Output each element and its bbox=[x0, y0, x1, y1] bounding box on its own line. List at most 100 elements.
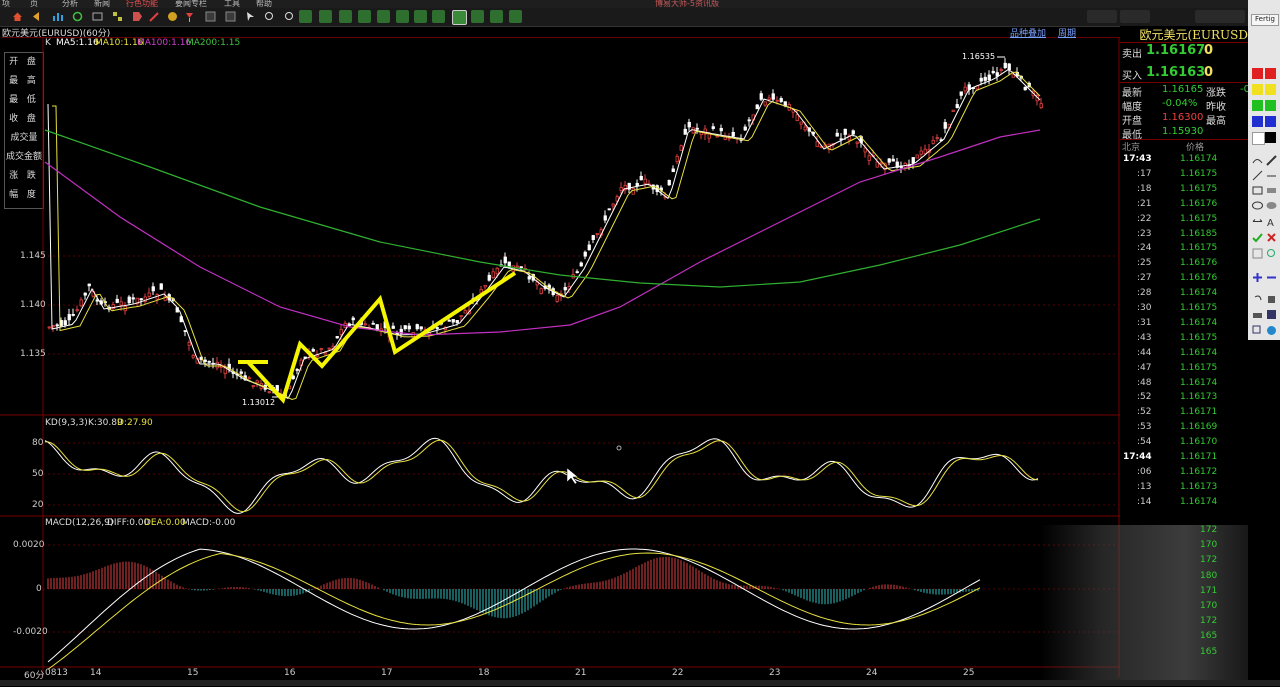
black-swatch[interactable] bbox=[1265, 132, 1276, 143]
help-icon[interactable] bbox=[1266, 325, 1277, 336]
menu-item[interactable]: 项 bbox=[2, 0, 10, 8]
blue-swatch[interactable] bbox=[1252, 116, 1263, 127]
period-button[interactable] bbox=[432, 10, 445, 23]
zoom-out-icon[interactable] bbox=[283, 10, 296, 23]
plus-icon[interactable] bbox=[1252, 272, 1263, 283]
tick-price: 1.16176 bbox=[1180, 258, 1218, 269]
period-button[interactable] bbox=[471, 10, 484, 23]
done-button[interactable]: Fertig bbox=[1251, 14, 1279, 26]
menu-item[interactable]: 帮助 bbox=[256, 0, 272, 8]
yellow-swatch[interactable] bbox=[1265, 84, 1276, 95]
green-swatch[interactable] bbox=[1252, 100, 1263, 111]
save-icon[interactable] bbox=[1266, 309, 1277, 320]
minus-icon[interactable] bbox=[1266, 272, 1277, 283]
period-button[interactable] bbox=[377, 10, 390, 23]
filled-ellipse-icon[interactable] bbox=[1266, 200, 1277, 211]
forum-button[interactable] bbox=[1195, 10, 1245, 23]
macd-tick: 0.0020 bbox=[13, 540, 45, 550]
price-tick: 1.145 bbox=[20, 251, 46, 261]
tick-price: 1.16185 bbox=[1180, 228, 1218, 239]
candle-body bbox=[47, 326, 51, 329]
price-chart-canvas[interactable] bbox=[0, 37, 1120, 687]
chart-icon[interactable] bbox=[51, 10, 64, 23]
check-icon[interactable] bbox=[1252, 232, 1263, 243]
candle-body bbox=[375, 324, 379, 330]
curve-icon[interactable] bbox=[1252, 155, 1263, 166]
cursor-icon[interactable] bbox=[244, 10, 257, 23]
menu-item[interactable]: 要闻专栏 bbox=[175, 0, 207, 8]
menu-item[interactable]: 工具 bbox=[224, 0, 240, 8]
candle-body bbox=[775, 99, 779, 102]
period-button[interactable] bbox=[414, 10, 427, 23]
period-button[interactable] bbox=[339, 10, 352, 23]
candle-body bbox=[979, 77, 983, 82]
back-icon[interactable] bbox=[30, 10, 43, 23]
white-swatch[interactable] bbox=[1252, 132, 1265, 145]
menu-item[interactable]: 分析 bbox=[62, 0, 78, 8]
rectangle-icon[interactable] bbox=[1252, 185, 1263, 196]
menu-item[interactable]: 行色功能 bbox=[126, 0, 158, 8]
period-button-active[interactable] bbox=[452, 10, 467, 25]
undo-icon[interactable] bbox=[1252, 293, 1263, 304]
refresh-icon[interactable] bbox=[71, 10, 84, 23]
window-icon[interactable] bbox=[91, 10, 104, 23]
line-icon[interactable] bbox=[1252, 170, 1263, 181]
minimize-button[interactable] bbox=[1087, 10, 1117, 23]
settings-icon[interactable] bbox=[204, 10, 217, 23]
candle-body bbox=[455, 320, 459, 323]
period-button[interactable] bbox=[319, 10, 332, 23]
trash-icon[interactable] bbox=[1266, 293, 1277, 304]
pencil-icon[interactable] bbox=[1266, 155, 1277, 166]
tick-time: :13 bbox=[1137, 481, 1152, 492]
zoom-in-icon[interactable] bbox=[263, 10, 276, 23]
text-icon[interactable]: A bbox=[1266, 216, 1277, 227]
period-button[interactable] bbox=[358, 10, 371, 23]
magnifier-icon[interactable] bbox=[1266, 248, 1277, 259]
menu-item[interactable]: 页 bbox=[30, 0, 38, 8]
pin-icon[interactable] bbox=[183, 10, 196, 23]
candle-body bbox=[743, 126, 747, 131]
yellow-swatch[interactable] bbox=[1252, 84, 1263, 95]
maximize-button[interactable] bbox=[1120, 10, 1150, 23]
red-swatch[interactable] bbox=[1252, 68, 1263, 79]
pen-icon[interactable] bbox=[148, 10, 161, 23]
filled-rect-icon[interactable] bbox=[1266, 185, 1277, 196]
tick-row: :22 1.16175 bbox=[1120, 214, 1248, 229]
candle-body bbox=[115, 298, 119, 303]
double-arrow-icon[interactable] bbox=[1252, 216, 1263, 227]
grid-icon[interactable] bbox=[111, 10, 124, 23]
candle-body bbox=[207, 360, 211, 363]
user-drawn-trendline bbox=[238, 271, 517, 404]
period-button[interactable] bbox=[509, 10, 522, 23]
menu-item[interactable]: 新闻 bbox=[94, 0, 110, 8]
info-icon[interactable] bbox=[166, 10, 179, 23]
candle-body bbox=[267, 391, 271, 394]
tick-row: :43 1.16175 bbox=[1120, 333, 1248, 348]
select-icon[interactable] bbox=[1252, 248, 1263, 259]
red-swatch[interactable] bbox=[1265, 68, 1276, 79]
tick-price: 172 bbox=[1200, 616, 1218, 627]
list-icon[interactable] bbox=[224, 10, 237, 23]
candle-body bbox=[519, 266, 523, 269]
period-button[interactable] bbox=[396, 10, 409, 23]
candle-body bbox=[203, 359, 207, 362]
tick-row: :47 1.16175 bbox=[1120, 363, 1248, 378]
copy-icon[interactable] bbox=[1252, 325, 1263, 336]
ellipse-icon[interactable] bbox=[1252, 200, 1263, 211]
period-button[interactable] bbox=[490, 10, 503, 23]
candle-body bbox=[671, 168, 675, 173]
cross-icon[interactable] bbox=[1266, 232, 1277, 243]
arrow-line-icon[interactable] bbox=[1266, 170, 1277, 181]
candle-body bbox=[335, 336, 339, 339]
price-tick: 1.140 bbox=[20, 300, 46, 310]
green-swatch[interactable] bbox=[1265, 100, 1276, 111]
tick-price: 1.16172 bbox=[1180, 466, 1218, 477]
macd-tick: -0.0020 bbox=[13, 627, 48, 637]
blue-swatch[interactable] bbox=[1265, 116, 1276, 127]
print-icon[interactable] bbox=[1252, 309, 1263, 320]
tag-icon[interactable] bbox=[131, 10, 144, 23]
candle-body bbox=[435, 327, 439, 329]
period-button[interactable] bbox=[299, 10, 312, 23]
home-icon[interactable] bbox=[11, 10, 24, 23]
day-label: 24 bbox=[866, 668, 878, 678]
